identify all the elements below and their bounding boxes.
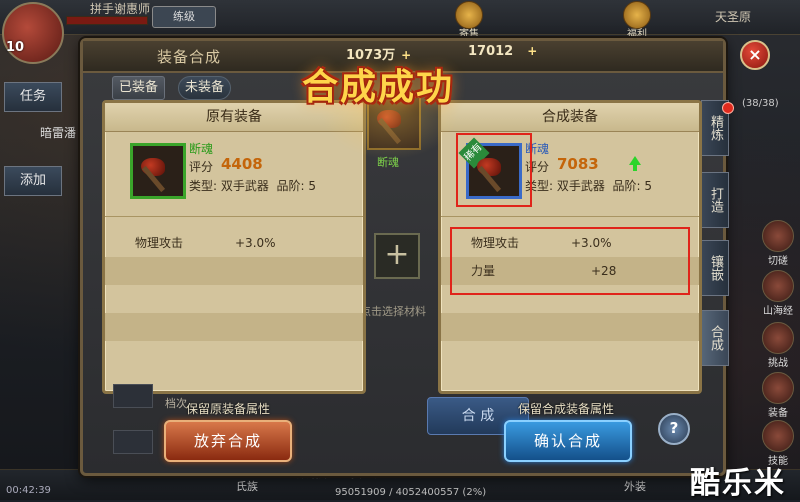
tab-unequipped[interactable]: 未装备 [178,76,232,100]
keep-synth-label: 保留合成装备属性 [518,402,615,416]
synth-type: 类型: 双手武器 品阶: 5 [525,179,652,193]
question-icon: ? [669,419,679,437]
dialog-title: 装备合成 [157,48,222,66]
empty-stat-row [105,257,363,285]
left-list-slot[interactable] [113,384,153,408]
diamond-amount: 17012 [468,44,514,59]
watermark-logo: 酷乐米 [690,466,786,501]
synth-score: 7083 [557,155,599,173]
material-slot[interactable]: + [374,233,420,279]
clan-label[interactable]: 氏族 [236,478,258,494]
abandon-synthesis-button[interactable]: 放弃合成 [164,420,292,462]
stat-value: +3.0% [235,236,276,250]
left-list-slot[interactable] [113,430,153,454]
left-slot-label: 档次 [165,397,187,410]
player-level: 10 [6,40,25,55]
original-type: 类型: 双手武器 品阶: 5 [189,179,316,193]
original-score: 4408 [221,155,263,173]
welfare-icon[interactable]: 福利 [620,0,654,40]
synth-panel-header: 合成装备 [441,103,699,132]
mode-select[interactable]: 练级 [152,6,216,28]
stat-name: 物理攻击 [135,236,184,250]
add-button[interactable]: 添加 [4,166,62,196]
equipment-icon[interactable]: 装备 [760,372,796,419]
notification-dot [722,102,734,114]
side-tab-synthesis[interactable]: 合成 [701,310,729,366]
consign-icon[interactable]: 寄售 [452,0,486,40]
spar-icon[interactable]: 切磋 [760,220,796,267]
hp-bar [66,16,148,25]
empty-stat-row [105,313,363,341]
challenge-icon[interactable]: 挑战 [760,322,796,369]
tab-equipped[interactable]: 已装备 [112,76,166,100]
original-equipment-icon[interactable] [130,143,186,199]
score-up-arrow-icon [629,156,641,171]
empty-stat-row [441,313,699,341]
original-stat-row: 物理攻击 +3.0% [105,229,363,257]
appearance-label[interactable]: 外装 [624,478,646,494]
side-tab-inlay[interactable]: 镶嵌 [701,240,729,296]
clock: 00:42:39 [6,485,51,496]
material-hint: 点击选择材料 [360,305,426,318]
confirm-synthesis-button[interactable]: 确认合成 [504,420,632,462]
exp-readout: 95051909 / 4052400557 (2%) [335,487,487,498]
task-button[interactable]: 任务 [4,82,62,112]
left-player-name: 暗雷潘 [40,126,77,140]
close-icon: × [748,45,762,64]
help-button[interactable]: ? [658,413,690,445]
close-button[interactable]: × [740,40,770,70]
highlight-synth-stats [450,227,690,295]
plus-icon: + [384,237,410,272]
highlight-synth-icon [456,133,532,207]
add-diamond-plus-icon[interactable]: + [525,44,539,58]
player-name: 拼手谢惠师 [90,2,151,16]
server-name: 天圣原 [715,10,752,24]
right-counter: (38/38) [742,98,779,109]
diamond-currency: 17012 + [468,44,539,59]
empty-stat-row [105,285,363,313]
shanhai-icon[interactable]: 山海经 [760,270,796,317]
axe-icon [141,154,175,193]
keep-original-label: 保留原装备属性 [186,402,271,416]
original-equipment-name: 断魂 [189,142,214,156]
side-tab-forge[interactable]: 打造 [701,172,729,228]
original-score-label: 评分 [189,160,214,174]
synthesis-success-banner: 合成成功 [302,67,455,108]
